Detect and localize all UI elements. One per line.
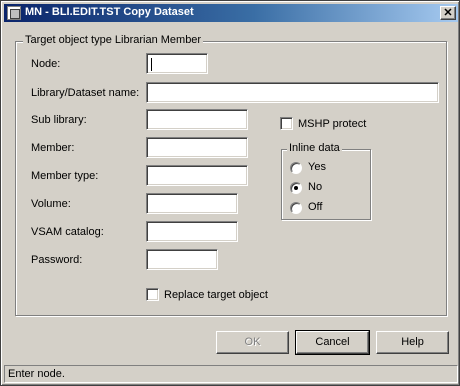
node-label: Node: [31,58,61,70]
volume-label: Volume: [31,198,71,210]
ok-button[interactable]: OK [216,331,289,354]
vsam-catalog-label: VSAM catalog: [31,226,104,238]
library-label: Library/Dataset name: [31,87,140,99]
app-icon [7,6,21,20]
target-object-group-legend: Target object type Librarian Member [23,34,204,46]
copy-dataset-dialog: MN - BLI.EDIT.TST Copy Dataset ✕ Target … [0,0,460,386]
member-field[interactable] [146,137,248,158]
inline-yes-label[interactable]: Yes [308,161,326,173]
password-label: Password: [31,254,83,266]
window-title: MN - BLI.EDIT.TST Copy Dataset [25,6,194,18]
close-icon: ✕ [443,7,453,19]
inline-off-label[interactable]: Off [308,201,322,213]
inline-data-legend: Inline data [287,142,342,154]
sublibrary-field[interactable] [146,109,248,130]
inline-no-radio[interactable] [290,182,302,194]
member-label: Member: [31,142,75,154]
status-bar: Enter node. [4,365,458,383]
library-dataset-name-field[interactable] [146,82,439,103]
mshp-protect-label[interactable]: MSHP protect [298,118,366,130]
close-button[interactable]: ✕ [440,6,456,20]
help-button[interactable]: Help [376,331,449,354]
password-field[interactable] [146,249,218,270]
replace-target-checkbox[interactable] [146,288,159,301]
status-text: Enter node. [8,368,65,380]
inline-yes-radio[interactable] [290,162,302,174]
volume-field[interactable] [146,193,238,214]
replace-target-label[interactable]: Replace target object [164,289,268,301]
title-bar[interactable]: MN - BLI.EDIT.TST Copy Dataset ✕ [4,4,458,22]
inline-off-radio[interactable] [290,202,302,214]
inline-no-label[interactable]: No [308,181,322,193]
member-type-field[interactable] [146,165,248,186]
cancel-button[interactable]: Cancel [295,330,370,355]
node-field[interactable] [146,53,208,74]
mshp-protect-checkbox[interactable] [280,117,293,130]
sublibrary-label: Sub library: [31,114,87,126]
text-caret [151,58,152,71]
vsam-catalog-field[interactable] [146,221,238,242]
member-type-label: Member type: [31,170,99,182]
